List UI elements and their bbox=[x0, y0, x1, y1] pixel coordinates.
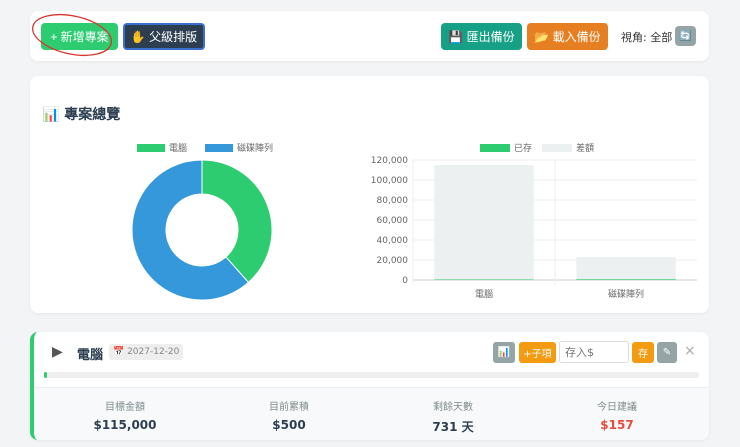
legend-label: 電腦 bbox=[169, 142, 187, 154]
project-deadline: 📅 2027-12-20 bbox=[109, 344, 184, 360]
stat-label: 目前累積 bbox=[269, 402, 309, 413]
y-tick-label: 80,000 bbox=[377, 196, 409, 206]
view-label: 視角: 全部 bbox=[621, 31, 673, 44]
y-tick-label: 60,000 bbox=[377, 216, 409, 226]
deposit-save-button[interactable]: 存 bbox=[632, 342, 654, 363]
bar-差額 bbox=[434, 165, 534, 280]
stat-suggest: 今日建議 $157 bbox=[542, 398, 692, 432]
legend-swatch bbox=[480, 144, 510, 152]
x-tick-label: 電腦 bbox=[475, 288, 493, 300]
project-name: 電腦 bbox=[77, 348, 104, 363]
y-tick-label: 0 bbox=[402, 276, 408, 286]
export-backup-button[interactable]: 💾 匯出備份 bbox=[441, 23, 522, 50]
y-tick-label: 120,000 bbox=[371, 156, 408, 166]
y-tick-label: 20,000 bbox=[377, 256, 409, 266]
annotation-circle bbox=[32, 13, 112, 57]
progress-fill bbox=[44, 372, 47, 378]
close-icon[interactable]: × bbox=[684, 343, 696, 359]
stat-value: $157 bbox=[600, 418, 634, 432]
parent-layout-button[interactable]: ✋ 父級排版 bbox=[123, 23, 205, 50]
stat-current: 目前累積 $500 bbox=[214, 398, 364, 432]
bar-chart: 已存 差額 120,000 100,000 80,000 60,000 40,000 20,0… bbox=[371, 142, 697, 300]
chart-button[interactable]: 📊 bbox=[493, 342, 515, 363]
toolbar: + 新增專案 ✋ 父級排版 💾 匯出備份 📂 載入備份 視角: 全部 🔄 bbox=[30, 11, 709, 61]
legend-swatch bbox=[542, 144, 572, 152]
stat-label: 今日建議 bbox=[597, 402, 637, 413]
legend-label: 磁碟陣列 bbox=[237, 142, 273, 154]
stat-label: 目標金額 bbox=[105, 402, 145, 413]
import-backup-button[interactable]: 📂 載入備份 bbox=[527, 23, 608, 50]
stat-target: 目標金額 $115,000 bbox=[50, 398, 200, 432]
refresh-view-button[interactable]: 🔄 bbox=[675, 26, 696, 46]
y-tick-label: 40,000 bbox=[377, 236, 409, 246]
expand-toggle-icon[interactable]: ▶ bbox=[52, 344, 63, 360]
donut-chart: 電腦 磁碟陣列 bbox=[131, 142, 273, 301]
legend-label: 差額 bbox=[576, 142, 594, 154]
stat-value: $115,000 bbox=[93, 418, 157, 432]
stat-label: 剩餘天數 bbox=[433, 402, 473, 413]
stat-value: $500 bbox=[272, 418, 306, 432]
stat-value: 731 天 bbox=[432, 420, 474, 434]
stat-days: 剩餘天數 731 天 bbox=[378, 398, 528, 435]
add-child-button[interactable]: +子項 bbox=[519, 342, 556, 363]
bar-差額 bbox=[576, 257, 676, 280]
deposit-input[interactable] bbox=[559, 341, 629, 363]
x-tick-label: 磁碟陣列 bbox=[608, 288, 644, 300]
edit-button[interactable]: ✎ bbox=[657, 342, 677, 363]
bar-已存 bbox=[576, 279, 676, 280]
bar-已存 bbox=[434, 279, 534, 280]
y-tick-label: 100,000 bbox=[371, 176, 408, 186]
overview-title: 📊 專案總覽 bbox=[42, 107, 121, 123]
progress-bar bbox=[44, 372, 699, 378]
legend-swatch bbox=[137, 144, 165, 152]
legend-swatch bbox=[205, 144, 233, 152]
legend-label: 已存 bbox=[514, 142, 532, 154]
